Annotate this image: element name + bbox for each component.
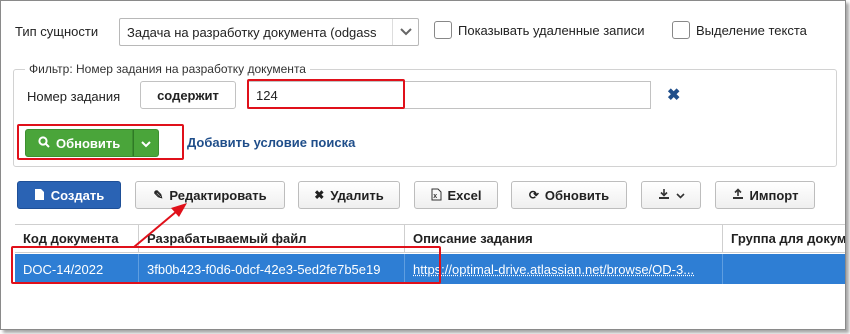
delete-button[interactable]: ✖ Удалить	[298, 181, 400, 209]
entity-type-label: Тип сущности	[15, 24, 99, 39]
download-icon	[658, 188, 670, 202]
search-icon	[38, 135, 50, 151]
add-condition-link[interactable]: Добавить условие поиска	[187, 135, 355, 150]
show-deleted-label: Показывать удаленные записи	[458, 22, 645, 38]
text-selection-checkbox[interactable]: Выделение текста	[672, 21, 807, 39]
filter-field-label: Номер задания	[27, 89, 121, 104]
excel-label: Excel	[447, 187, 482, 203]
file-icon	[34, 188, 45, 203]
filter-legend: Фильтр: Номер задания на разработку доку…	[25, 62, 310, 76]
refresh-label: Обновить	[544, 187, 610, 203]
checkbox-box[interactable]	[434, 21, 452, 39]
close-icon[interactable]: ✖	[667, 85, 680, 105]
column-header[interactable]: Код документа	[15, 225, 139, 252]
filter-refresh-group: Обновить	[25, 129, 160, 157]
entity-type-select[interactable]: Задача на разработку документа (odgass	[119, 18, 419, 46]
import-button[interactable]: Импорт	[715, 181, 815, 209]
edit-label: Редактировать	[169, 187, 267, 203]
excel-button[interactable]: x Excel	[414, 181, 498, 209]
filter-operator-button[interactable]: содержит	[140, 81, 236, 109]
chevron-down-icon	[675, 189, 685, 201]
column-header[interactable]: Разрабатываемый файл	[139, 225, 405, 252]
excel-file-icon: x	[431, 188, 442, 203]
checkbox-box[interactable]	[672, 21, 690, 39]
upload-icon	[732, 188, 744, 202]
entity-type-value: Задача на разработку документа (odgass	[127, 24, 377, 40]
text-selection-label: Выделение текста	[696, 22, 807, 38]
create-label: Создать	[50, 187, 105, 203]
delete-label: Удалить	[330, 187, 384, 203]
refresh-button[interactable]: ⟳ Обновить	[511, 181, 627, 209]
filter-refresh-button[interactable]: Обновить	[25, 129, 134, 157]
table-cell[interactable]: DOC-14/2022	[15, 254, 139, 284]
filter-value-input[interactable]	[247, 81, 651, 109]
create-button[interactable]: Создать	[17, 181, 121, 209]
pencil-icon: ✎	[153, 188, 164, 202]
table-cell[interactable]	[723, 254, 845, 284]
data-grid: Код документа Разрабатываемый файл Описа…	[15, 224, 845, 284]
task-description-link[interactable]: https://optimal-drive.atlassian.net/brow…	[413, 262, 694, 277]
download-dropdown-button[interactable]	[641, 181, 701, 209]
svg-text:x: x	[433, 193, 437, 200]
column-header[interactable]: Группа для докум	[723, 225, 845, 252]
edit-button[interactable]: ✎ Редактировать	[135, 181, 285, 209]
close-icon: ✖	[314, 188, 325, 202]
chevron-down-icon	[141, 136, 151, 151]
table-cell-link[interactable]: https://optimal-drive.atlassian.net/brow…	[405, 254, 723, 284]
filter-refresh-dropdown[interactable]	[133, 129, 160, 157]
table-cell[interactable]: 3fb0b423-f0d6-0dcf-42e3-5ed2fe7b5e19	[139, 254, 405, 284]
filter-refresh-label: Обновить	[56, 135, 121, 151]
refresh-icon: ⟳	[528, 188, 539, 202]
chevron-down-icon[interactable]	[392, 19, 418, 45]
import-label: Импорт	[749, 187, 799, 203]
app-window: Тип сущности Задача на разработку докуме…	[0, 0, 846, 330]
grid-header: Код документа Разрабатываемый файл Описа…	[15, 225, 845, 253]
table-row[interactable]: DOC-14/2022 3fb0b423-f0d6-0dcf-42e3-5ed2…	[15, 254, 845, 284]
show-deleted-checkbox[interactable]: Показывать удаленные записи	[434, 21, 644, 39]
column-header[interactable]: Описание задания	[405, 225, 723, 252]
